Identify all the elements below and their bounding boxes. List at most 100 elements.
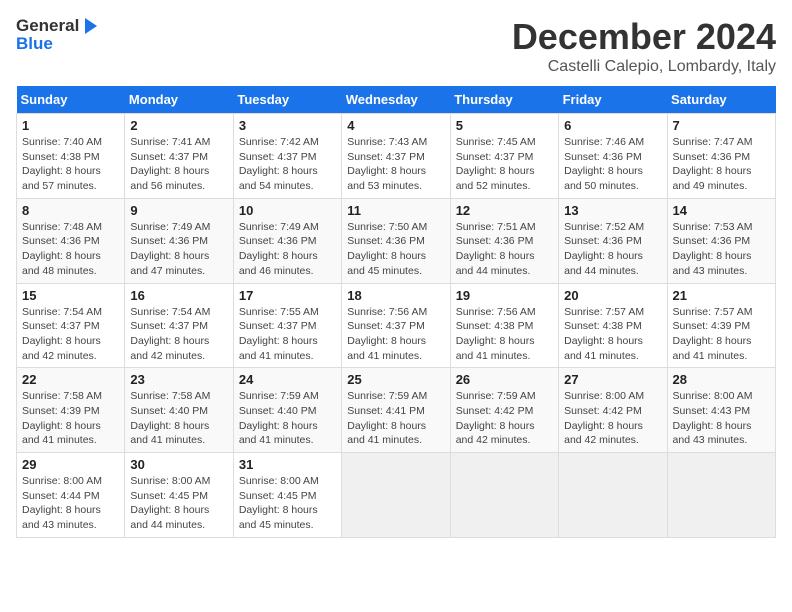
day-number: 31 xyxy=(239,457,336,472)
day-info: Sunrise: 7:51 AMSunset: 4:36 PMDaylight:… xyxy=(456,220,553,279)
calendar-day-cell: 28Sunrise: 8:00 AMSunset: 4:43 PMDayligh… xyxy=(667,368,775,453)
day-info: Sunrise: 7:54 AMSunset: 4:37 PMDaylight:… xyxy=(130,305,227,364)
month-title: December 2024 xyxy=(512,16,776,58)
day-number: 29 xyxy=(22,457,119,472)
calendar-day-cell: 19 Sunrise: 7:56 AMSunset: 4:38 PMDayligh… xyxy=(450,283,558,368)
calendar-day-cell: 14 Sunrise: 7:53 AMSunset: 4:36 PMDayligh… xyxy=(667,198,775,283)
day-info: Sunrise: 7:56 AMSunset: 4:37 PMDaylight:… xyxy=(347,305,444,364)
calendar-week-row: 29 Sunrise: 8:00 AMSunset: 4:44 PMDayligh… xyxy=(17,453,776,538)
calendar-day-cell xyxy=(450,453,558,538)
calendar-day-cell: 23 Sunrise: 7:58 AMSunset: 4:40 PMDayligh… xyxy=(125,368,233,453)
calendar-day-cell: 21Sunrise: 7:57 AMSunset: 4:39 PMDayligh… xyxy=(667,283,775,368)
day-number: 25 xyxy=(347,372,444,387)
calendar-day-cell: 1 Sunrise: 7:40 AMSunset: 4:38 PMDaylight… xyxy=(17,114,125,199)
calendar-day-cell: 31Sunrise: 8:00 AMSunset: 4:45 PMDayligh… xyxy=(233,453,341,538)
day-number: 23 xyxy=(130,372,227,387)
logo-graphic: General Blue xyxy=(16,16,101,54)
calendar-day-cell: 13Sunrise: 7:52 AMSunset: 4:36 PMDayligh… xyxy=(559,198,667,283)
day-info: Sunrise: 7:48 AMSunset: 4:36 PMDaylight:… xyxy=(22,220,119,279)
header-wednesday: Wednesday xyxy=(342,86,450,114)
day-info: Sunrise: 7:42 AMSunset: 4:37 PMDaylight:… xyxy=(239,135,336,194)
day-info: Sunrise: 7:55 AMSunset: 4:37 PMDaylight:… xyxy=(239,305,336,364)
calendar-day-cell: 29 Sunrise: 8:00 AMSunset: 4:44 PMDayligh… xyxy=(17,453,125,538)
day-number: 4 xyxy=(347,118,444,133)
day-info: Sunrise: 8:00 AMSunset: 4:45 PMDaylight:… xyxy=(130,474,227,533)
header-monday: Monday xyxy=(125,86,233,114)
day-number: 26 xyxy=(456,372,553,387)
day-number: 28 xyxy=(673,372,770,387)
calendar-day-cell: 30Sunrise: 8:00 AMSunset: 4:45 PMDayligh… xyxy=(125,453,233,538)
day-info: Sunrise: 7:49 AMSunset: 4:36 PMDaylight:… xyxy=(239,220,336,279)
day-number: 17 xyxy=(239,288,336,303)
calendar-week-row: 1 Sunrise: 7:40 AMSunset: 4:38 PMDaylight… xyxy=(17,114,776,199)
day-number: 14 xyxy=(673,203,770,218)
calendar-day-cell: 6 Sunrise: 7:46 AMSunset: 4:36 PMDaylight… xyxy=(559,114,667,199)
day-info: Sunrise: 7:46 AMSunset: 4:36 PMDaylight:… xyxy=(564,135,661,194)
day-info: Sunrise: 8:00 AMSunset: 4:44 PMDaylight:… xyxy=(22,474,119,533)
day-number: 27 xyxy=(564,372,661,387)
day-number: 11 xyxy=(347,203,444,218)
title-area: December 2024 Castelli Calepio, Lombardy… xyxy=(512,16,776,76)
calendar-week-row: 15 Sunrise: 7:54 AMSunset: 4:37 PMDayligh… xyxy=(17,283,776,368)
calendar-day-cell: 16 Sunrise: 7:54 AMSunset: 4:37 PMDayligh… xyxy=(125,283,233,368)
day-info: Sunrise: 7:56 AMSunset: 4:38 PMDaylight:… xyxy=(456,305,553,364)
calendar-day-cell: 18Sunrise: 7:56 AMSunset: 4:37 PMDayligh… xyxy=(342,283,450,368)
day-info: Sunrise: 7:59 AMSunset: 4:41 PMDaylight:… xyxy=(347,389,444,448)
day-number: 9 xyxy=(130,203,227,218)
day-info: Sunrise: 7:59 AMSunset: 4:40 PMDaylight:… xyxy=(239,389,336,448)
day-info: Sunrise: 7:59 AMSunset: 4:42 PMDaylight:… xyxy=(456,389,553,448)
day-number: 16 xyxy=(130,288,227,303)
calendar-day-cell: 11 Sunrise: 7:50 AMSunset: 4:36 PMDayligh… xyxy=(342,198,450,283)
day-info: Sunrise: 7:50 AMSunset: 4:36 PMDaylight:… xyxy=(347,220,444,279)
header-tuesday: Tuesday xyxy=(233,86,341,114)
day-info: Sunrise: 7:58 AMSunset: 4:40 PMDaylight:… xyxy=(130,389,227,448)
logo-text-general: General xyxy=(16,16,79,36)
calendar-day-cell: 15 Sunrise: 7:54 AMSunset: 4:37 PMDayligh… xyxy=(17,283,125,368)
day-number: 6 xyxy=(564,118,661,133)
day-number: 21 xyxy=(673,288,770,303)
header-sunday: Sunday xyxy=(17,86,125,114)
day-number: 3 xyxy=(239,118,336,133)
calendar-week-row: 22 Sunrise: 7:58 AMSunset: 4:39 PMDayligh… xyxy=(17,368,776,453)
day-number: 19 xyxy=(456,288,553,303)
calendar-day-cell: 27 Sunrise: 8:00 AMSunset: 4:42 PMDayligh… xyxy=(559,368,667,453)
calendar-day-cell: 26 Sunrise: 7:59 AMSunset: 4:42 PMDayligh… xyxy=(450,368,558,453)
calendar-day-cell: 8 Sunrise: 7:48 AMSunset: 4:36 PMDaylight… xyxy=(17,198,125,283)
day-number: 1 xyxy=(22,118,119,133)
calendar-day-cell: 25 Sunrise: 7:59 AMSunset: 4:41 PMDayligh… xyxy=(342,368,450,453)
calendar-day-cell: 17 Sunrise: 7:55 AMSunset: 4:37 PMDayligh… xyxy=(233,283,341,368)
logo: General Blue xyxy=(16,16,101,54)
day-info: Sunrise: 7:54 AMSunset: 4:37 PMDaylight:… xyxy=(22,305,119,364)
day-info: Sunrise: 7:49 AMSunset: 4:36 PMDaylight:… xyxy=(130,220,227,279)
day-number: 13 xyxy=(564,203,661,218)
header-thursday: Thursday xyxy=(450,86,558,114)
day-info: Sunrise: 7:43 AMSunset: 4:37 PMDaylight:… xyxy=(347,135,444,194)
day-info: Sunrise: 7:58 AMSunset: 4:39 PMDaylight:… xyxy=(22,389,119,448)
calendar-day-cell: 7 Sunrise: 7:47 AMSunset: 4:36 PMDaylight… xyxy=(667,114,775,199)
day-info: Sunrise: 7:41 AMSunset: 4:37 PMDaylight:… xyxy=(130,135,227,194)
calendar-day-cell xyxy=(342,453,450,538)
calendar-day-cell: 20Sunrise: 7:57 AMSunset: 4:38 PMDayligh… xyxy=(559,283,667,368)
calendar-day-cell: 9 Sunrise: 7:49 AMSunset: 4:36 PMDaylight… xyxy=(125,198,233,283)
calendar-day-cell: 24 Sunrise: 7:59 AMSunset: 4:40 PMDayligh… xyxy=(233,368,341,453)
day-info: Sunrise: 7:40 AMSunset: 4:38 PMDaylight:… xyxy=(22,135,119,194)
day-number: 8 xyxy=(22,203,119,218)
day-number: 24 xyxy=(239,372,336,387)
day-number: 7 xyxy=(673,118,770,133)
day-info: Sunrise: 7:53 AMSunset: 4:36 PMDaylight:… xyxy=(673,220,770,279)
calendar-day-cell xyxy=(559,453,667,538)
calendar-day-cell: 3 Sunrise: 7:42 AMSunset: 4:37 PMDaylight… xyxy=(233,114,341,199)
day-number: 15 xyxy=(22,288,119,303)
location-subtitle: Castelli Calepio, Lombardy, Italy xyxy=(512,58,776,76)
calendar-week-row: 8 Sunrise: 7:48 AMSunset: 4:36 PMDaylight… xyxy=(17,198,776,283)
day-info: Sunrise: 7:45 AMSunset: 4:37 PMDaylight:… xyxy=(456,135,553,194)
day-number: 20 xyxy=(564,288,661,303)
calendar-day-cell: 5Sunrise: 7:45 AMSunset: 4:37 PMDaylight… xyxy=(450,114,558,199)
day-number: 12 xyxy=(456,203,553,218)
day-info: Sunrise: 7:47 AMSunset: 4:36 PMDaylight:… xyxy=(673,135,770,194)
calendar-day-cell: 2Sunrise: 7:41 AMSunset: 4:37 PMDaylight… xyxy=(125,114,233,199)
header-saturday: Saturday xyxy=(667,86,775,114)
day-info: Sunrise: 8:00 AMSunset: 4:42 PMDaylight:… xyxy=(564,389,661,448)
day-number: 22 xyxy=(22,372,119,387)
calendar-header-row: Sunday Monday Tuesday Wednesday Thursday… xyxy=(17,86,776,114)
